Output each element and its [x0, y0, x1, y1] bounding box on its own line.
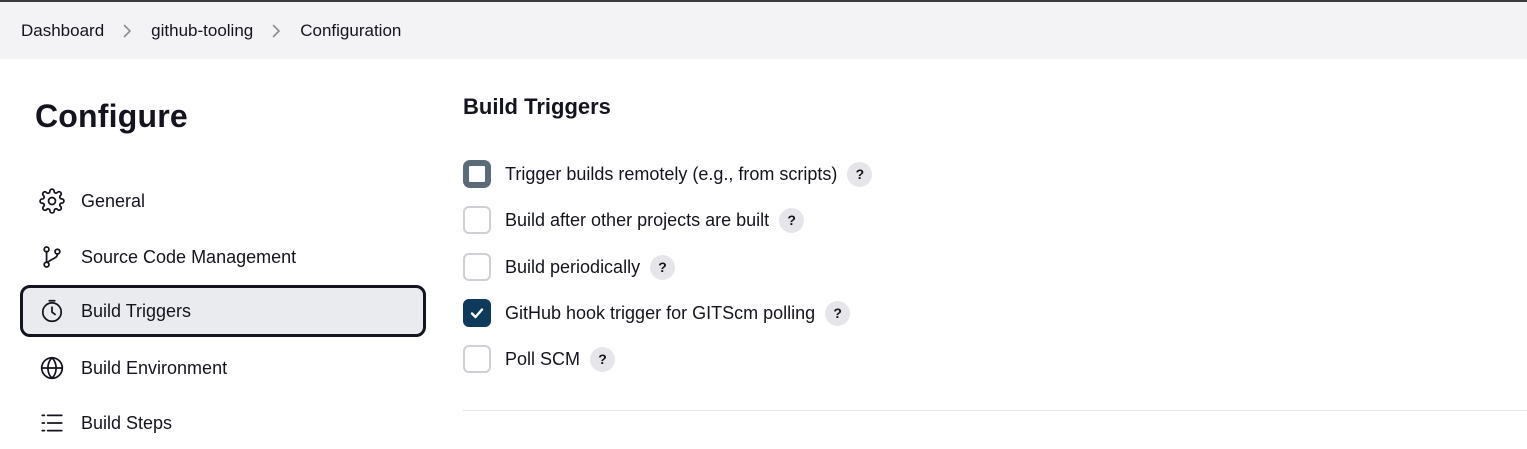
breadcrumb-github-tooling[interactable]: github-tooling [151, 21, 253, 41]
trigger-after-other-label[interactable]: Build after other projects are built [505, 210, 769, 231]
sidebar-item-label: Build Environment [81, 357, 228, 378]
help-icon[interactable]: ? [825, 300, 851, 326]
timer-icon [38, 297, 66, 325]
chevron-right-icon [123, 24, 132, 38]
page-title: Configure [35, 98, 188, 134]
list-icon [38, 409, 66, 437]
section-title: Build Triggers [463, 94, 611, 119]
help-icon[interactable]: ? [590, 346, 616, 372]
trigger-option-after-other-projects: Build after other projects are built ? [463, 205, 805, 235]
trigger-option-poll-scm: Poll SCM ? [463, 344, 616, 374]
breadcrumb-configuration[interactable]: Configuration [300, 21, 401, 41]
section-divider [463, 410, 1527, 411]
sidebar-item-build-environment[interactable]: Build Environment [20, 342, 426, 394]
help-icon[interactable]: ? [650, 254, 676, 280]
trigger-remote-label[interactable]: Trigger builds remotely (e.g., from scri… [505, 164, 837, 185]
trigger-option-github-hook: GitHub hook trigger for GITScm polling ? [463, 298, 851, 328]
breadcrumb: Dashboard github-tooling Configuration [0, 2, 1527, 59]
trigger-github-hook-checkbox[interactable] [463, 299, 491, 327]
sidebar-item-label: General [81, 190, 146, 211]
sidebar-item-label: Build Triggers [81, 300, 192, 321]
trigger-periodically-checkbox[interactable] [463, 253, 491, 281]
git-branch-icon [38, 243, 66, 271]
trigger-poll-scm-checkbox[interactable] [463, 345, 491, 373]
chevron-right-icon [272, 24, 281, 38]
trigger-poll-scm-label[interactable]: Poll SCM [505, 349, 580, 370]
help-icon[interactable]: ? [847, 161, 873, 187]
checkmark-icon [470, 308, 484, 319]
trigger-option-remote: Trigger builds remotely (e.g., from scri… [463, 159, 873, 189]
sidebar-item-general[interactable]: General [20, 175, 426, 227]
trigger-github-hook-label[interactable]: GitHub hook trigger for GITScm polling [505, 303, 815, 324]
trigger-periodically-label[interactable]: Build periodically [505, 257, 640, 278]
gear-icon [38, 187, 66, 215]
sidebar-item-label: Build Steps [81, 412, 173, 433]
sidebar-item-label: Source Code Management [81, 246, 297, 267]
breadcrumb-dashboard[interactable]: Dashboard [21, 21, 104, 41]
trigger-after-other-checkbox[interactable] [463, 206, 491, 234]
help-icon[interactable]: ? [779, 207, 805, 233]
globe-icon [38, 354, 66, 382]
sidebar-item-source-code-management[interactable]: Source Code Management [20, 231, 426, 283]
sidebar-item-build-triggers[interactable]: Build Triggers [20, 285, 426, 337]
trigger-remote-checkbox[interactable] [463, 160, 491, 188]
trigger-option-periodically: Build periodically ? [463, 252, 676, 282]
sidebar-item-build-steps[interactable]: Build Steps [20, 397, 426, 449]
